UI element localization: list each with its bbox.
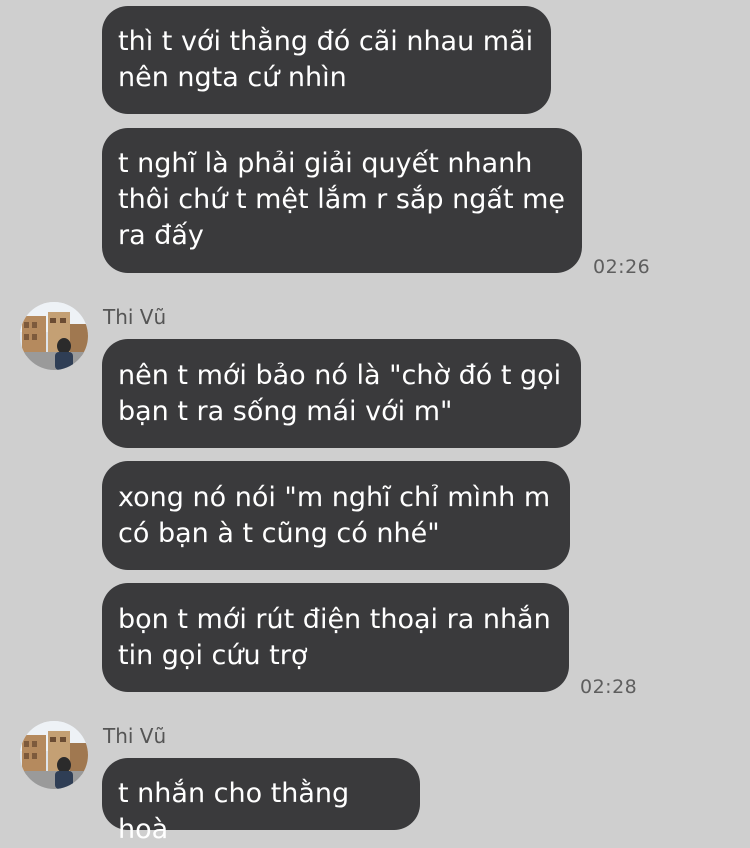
message-bubble[interactable]: t nhắn cho thằng hoà — [102, 758, 420, 845]
sender-avatar[interactable] — [20, 302, 88, 370]
message-bubble[interactable]: thì t với thằng đó cãi nhau mãi nên ngta… — [102, 6, 551, 114]
message-timestamp: 02:26 — [593, 256, 651, 278]
profile-photo-icon — [20, 721, 88, 789]
message-bubble[interactable]: bọn t mới rút điện thoại ra nhắn tin gọi… — [102, 583, 569, 692]
sender-name: Thi Vũ — [103, 724, 167, 748]
message-bubble[interactable]: xong nó nói "m nghĩ chỉ mình m có bạn à … — [102, 461, 570, 570]
sender-avatar[interactable] — [20, 721, 88, 789]
message-bubble[interactable]: t nghĩ là phải giải quyết nhanh thôi chứ… — [102, 128, 582, 273]
message-bubble[interactable]: nên t mới bảo nó là "chờ đó t gọi bạn t … — [102, 339, 581, 448]
profile-photo-icon — [20, 302, 88, 370]
message-timestamp: 02:28 — [580, 676, 638, 698]
sender-name: Thi Vũ — [103, 305, 167, 329]
chat-area[interactable]: thì t với thằng đó cãi nhau mãi nên ngta… — [0, 0, 750, 845]
